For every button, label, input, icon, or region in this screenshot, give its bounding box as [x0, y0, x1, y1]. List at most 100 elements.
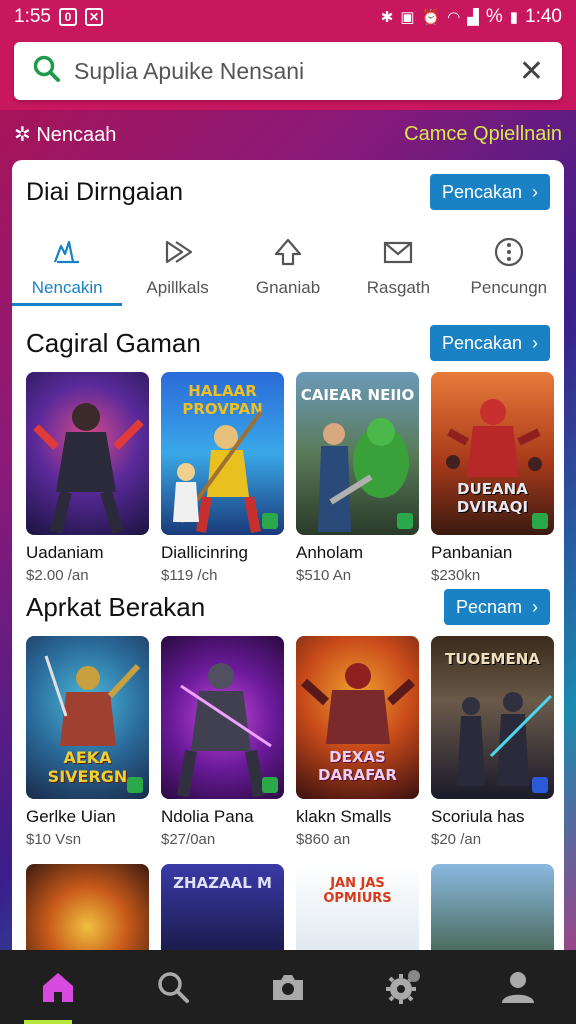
game-price: $10 Vsn [26, 831, 82, 848]
game-card[interactable]: AEKA SIVERGN Gerlke Uian $10 Vsn [26, 636, 149, 848]
mail-icon [384, 241, 413, 264]
home-icon [42, 973, 73, 1002]
search-icon[interactable] [32, 54, 62, 89]
status-bar: 1:55 0 ✕ ✱ ▣ ⏰ ◠ ▟ % ▮ 1:40 [0, 0, 576, 34]
platform-badge-icon [127, 777, 143, 793]
search-input[interactable]: Suplia Apuike Nensani [74, 58, 519, 85]
game-art-title: DEXAS DARAFAR [318, 748, 397, 784]
game-title: Panbanian [431, 543, 513, 562]
banner-left-label: Nencaah [36, 123, 117, 146]
game-title: Anholam [296, 543, 364, 562]
game-thumbnail[interactable]: TUOEMENA [431, 636, 554, 799]
game-card[interactable]: DUEANA DVIRAQI Panbanian $230kn [431, 372, 554, 584]
nav-search[interactable] [115, 950, 230, 1024]
nav-camera[interactable] [230, 950, 345, 1024]
tab-label: Rasgath [366, 278, 431, 297]
camera-icon [273, 975, 303, 1000]
game-thumbnail[interactable]: DEXAS DARAFAR [296, 636, 419, 799]
more-icon [494, 237, 523, 267]
section-action-button[interactable]: Pecnam › [443, 589, 550, 625]
game-thumbnail[interactable]: ZHAZAAL M [161, 864, 284, 954]
game-grid: Uadaniam $2.00 /an HALAAR PROVPAN Dialli… [26, 372, 554, 584]
game-thumbnail[interactable] [431, 864, 554, 954]
game-thumbnail[interactable]: HALAAR PROVPAN [161, 372, 284, 535]
battery-percent: % [485, 6, 503, 27]
tab-label: Pencungn [470, 278, 548, 297]
banner-right[interactable]: Camce Qpiellnain [404, 123, 562, 146]
bottom-navigation [0, 950, 576, 1024]
section-title: Aprkat Berakan [26, 591, 206, 622]
chevron-right-icon: › [532, 181, 538, 202]
apps-icon [54, 240, 80, 264]
game-title: klakn Smalls [296, 807, 392, 826]
game-card[interactable]: Uadaniam $2.00 /an [26, 372, 149, 584]
game-card[interactable]: CAIEAR NEIIO Anholam $510 An [296, 372, 419, 584]
nav-profile[interactable] [461, 950, 576, 1024]
game-price: $20 /an [431, 831, 482, 848]
user-icon [502, 972, 535, 1003]
platform-badge-icon [532, 777, 548, 793]
category-tabs: Nencakin Apillkals Gnaniab Rasgath Pencu… [12, 224, 564, 310]
arrow-up-icon [274, 238, 302, 266]
tab-apillkals[interactable]: Apillkals [122, 224, 232, 310]
tab-rasgath[interactable]: Rasgath [343, 224, 453, 310]
section-header: Aprkat Berakan Pecnam › [12, 582, 564, 632]
game-thumbnail[interactable]: CAIEAR NEIIO [296, 372, 419, 535]
game-card[interactable] [431, 864, 554, 954]
tab-pencungn[interactable]: Pencungn [454, 224, 564, 310]
game-thumbnail[interactable] [161, 636, 284, 799]
search-icon [158, 972, 189, 1003]
platform-badge-icon [532, 513, 548, 529]
game-card[interactable]: Ndolia Pana $27/0an [161, 636, 284, 848]
game-price: $860 an [296, 831, 351, 848]
game-card[interactable]: ZHAZAAL M [161, 864, 284, 954]
game-art-title: JAN JAS OPMIURS [323, 876, 392, 906]
game-thumbnail[interactable]: AEKA SIVERGN [26, 636, 149, 799]
tab-nencakin[interactable]: Nencakin [12, 224, 123, 310]
game-card[interactable]: TUOEMENA Scoriula has $20 /an [431, 636, 554, 848]
section-action-label: Pecnam [455, 596, 522, 617]
banner-strip: ✲ Nencaah Camce Qpiellnain [0, 110, 576, 158]
game-thumbnail[interactable]: DUEANA DVIRAQI [431, 372, 554, 535]
game-thumbnail[interactable] [26, 864, 149, 954]
game-title: Gerlke Uian [26, 807, 116, 826]
chevron-right-icon: › [532, 332, 538, 353]
nav-settings[interactable] [346, 950, 461, 1024]
notification-app-icon: 0 [58, 8, 77, 26]
section-header: Cagiral Gaman Pencakan › [12, 318, 564, 368]
section-action-button[interactable]: Pencakan › [429, 325, 550, 361]
search-bar[interactable]: Suplia Apuike Nensani ✕ [14, 42, 562, 100]
game-title: Ndolia Pana [161, 807, 254, 826]
game-thumbnail[interactable] [26, 372, 149, 535]
game-title: Uadaniam [26, 543, 104, 562]
game-card[interactable] [26, 864, 149, 954]
play-arrow-icon [165, 240, 192, 264]
wifi-icon: ◠ [447, 8, 461, 26]
status-time-left: 1:55 [14, 6, 51, 27]
card-action-label: Pencakan [441, 181, 522, 202]
game-grid: AEKA SIVERGN Gerlke Uian $10 Vsn Ndolia … [26, 636, 554, 848]
status-time-right: 1:40 [525, 6, 562, 27]
main-card: Diai Dirngaian Pencakan › Nencakin Apill… [12, 160, 564, 960]
clear-search-icon[interactable]: ✕ [519, 54, 544, 89]
tab-label: Gnaniab [255, 278, 321, 297]
game-card[interactable]: HALAAR PROVPAN Diallicinring $119 /ch [161, 372, 284, 584]
banner-left[interactable]: ✲ Nencaah [14, 122, 116, 147]
search-header: Suplia Apuike Nensani ✕ [0, 34, 576, 110]
tab-gnaniab[interactable]: Gnaniab [233, 224, 343, 310]
card-action-button[interactable]: Pencakan › [429, 174, 550, 210]
signal-icon: ▟ [467, 8, 479, 26]
card-title: Diai Dirngaian [26, 177, 184, 206]
game-art-title: ZHAZAAL M [173, 874, 272, 892]
nav-home[interactable] [0, 950, 115, 1024]
game-thumbnail[interactable]: JAN JAS OPMIURS [296, 864, 419, 954]
gear-icon [386, 970, 421, 1004]
game-price: $27/0an [161, 831, 216, 848]
tab-label: Nencakin [31, 278, 103, 297]
platform-badge-icon [262, 513, 278, 529]
game-card[interactable]: JAN JAS OPMIURS [296, 864, 419, 954]
tab-label: Apillkals [146, 278, 209, 297]
battery-icon: ▮ [509, 8, 519, 26]
game-card[interactable]: DEXAS DARAFAR klakn Smalls $860 an [296, 636, 419, 848]
game-title: Scoriula has [431, 807, 525, 826]
